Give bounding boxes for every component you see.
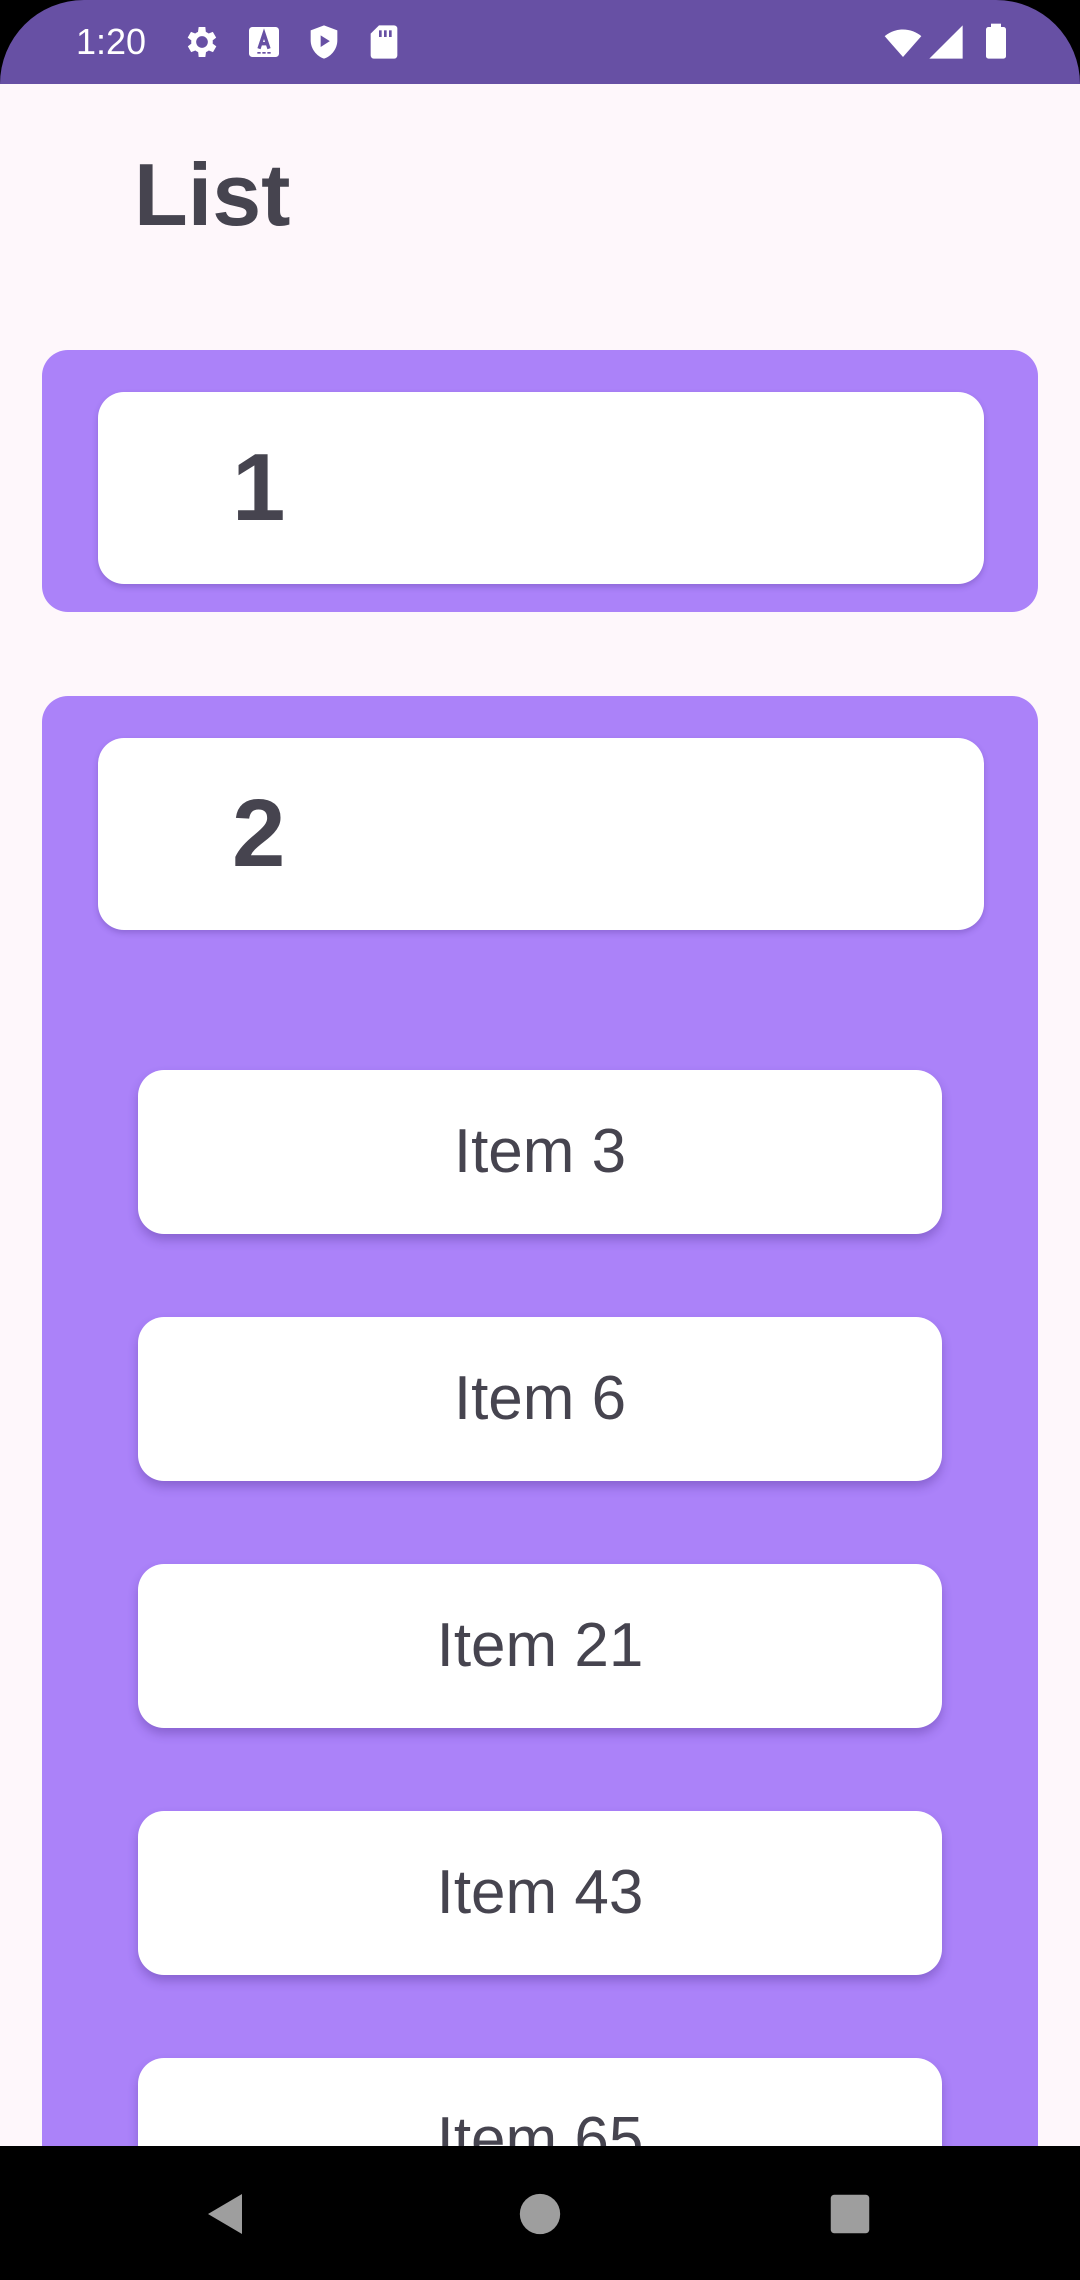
list-item-label: Item 65 — [436, 2105, 644, 2146]
shield-play-icon — [304, 22, 344, 62]
back-icon[interactable] — [186, 2174, 266, 2254]
group-header-1[interactable]: 1 — [98, 392, 984, 584]
keyboard-a-icon — [244, 22, 284, 62]
app-content: List 1 2 Item 3 Item 6 Item 21 Item 43 I… — [0, 84, 1080, 2146]
list-item-label: Item 43 — [436, 1858, 644, 1927]
item-list: Item 3 Item 6 Item 21 Item 43 Item 65 — [138, 1070, 942, 2146]
list-item[interactable]: Item 65 — [138, 2058, 942, 2146]
group-card-2: 2 Item 3 Item 6 Item 21 Item 43 Item 65 — [42, 696, 1038, 2146]
settings-icon — [182, 22, 222, 62]
navigation-bar — [0, 2146, 1080, 2280]
group-label: 1 — [232, 434, 286, 541]
list-item[interactable]: Item 43 — [138, 1811, 942, 1975]
list-item[interactable]: Item 6 — [138, 1317, 942, 1481]
home-icon[interactable] — [500, 2174, 580, 2254]
phone-screen: 1:20 List 1 2 Item 3 Item 6 Item 21 Item… — [0, 0, 1080, 2280]
list-item-label: Item 6 — [453, 1364, 627, 1433]
recents-icon[interactable] — [810, 2174, 890, 2254]
cell-signal-icon — [926, 22, 966, 62]
group-header-2[interactable]: 2 — [98, 738, 984, 930]
list-item[interactable]: Item 3 — [138, 1070, 942, 1234]
list-item-label: Item 21 — [436, 1611, 644, 1680]
status-bar: 1:20 — [0, 0, 1080, 84]
list-item-label: Item 3 — [453, 1117, 627, 1186]
group-card-1: 1 — [42, 350, 1038, 612]
battery-icon — [976, 22, 1016, 62]
status-time: 1:20 — [76, 21, 147, 62]
list-item[interactable]: Item 21 — [138, 1564, 942, 1728]
wifi-icon — [880, 22, 926, 62]
sd-card-icon — [364, 22, 404, 62]
group-label: 2 — [232, 780, 286, 887]
page-title: List — [134, 145, 291, 244]
